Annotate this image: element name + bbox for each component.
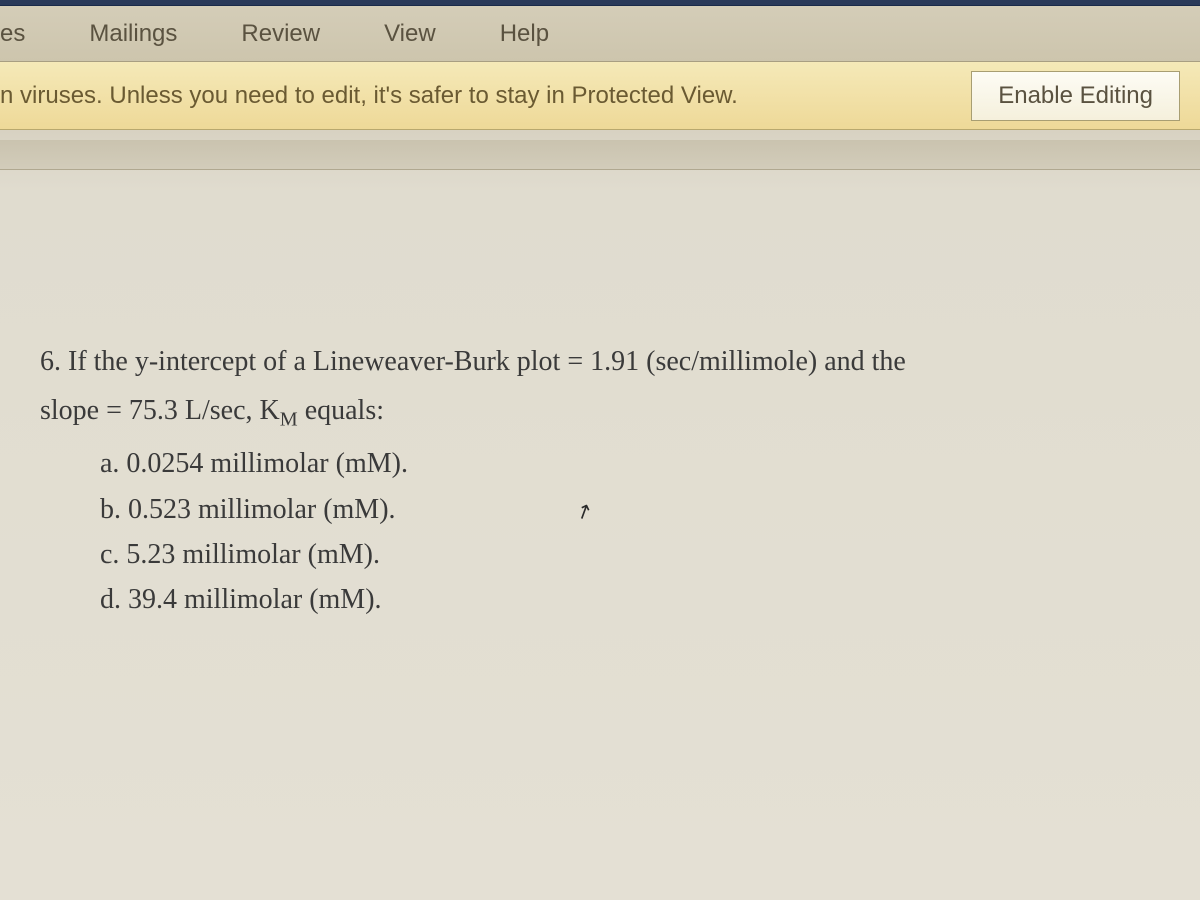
question-stem-line1: 6. If the y-intercept of a Lineweaver-Bu… (40, 340, 1160, 383)
answer-option-b: b. 0.523 millimolar (mM). (100, 488, 396, 531)
tab-help[interactable]: Help (468, 6, 581, 61)
cursor-icon: ↗ (570, 495, 598, 530)
answer-option-c: c. 5.23 millimolar (mM). (40, 533, 1160, 576)
stem-subscript: M (280, 409, 298, 431)
ruler[interactable] (0, 140, 1200, 170)
answer-option-a: a. 0.0254 millimolar (mM). (40, 442, 1160, 485)
tab-review[interactable]: Review (209, 6, 352, 61)
stem-prefix: slope = 75.3 L/sec, K (40, 395, 280, 426)
protected-view-bar: n viruses. Unless you need to edit, it's… (0, 62, 1200, 130)
stem-suffix: equals: (298, 395, 384, 426)
question-stem-line2: slope = 75.3 L/sec, KM equals: (40, 389, 1160, 436)
document-content: 6. If the y-intercept of a Lineweaver-Bu… (0, 190, 1200, 622)
answer-option-b-row: b. 0.523 millimolar (mM). ↗ (40, 488, 1160, 531)
ribbon-tab-bar: es Mailings Review View Help (0, 6, 1200, 62)
answer-option-d: d. 39.4 millimolar (mM). (40, 578, 1160, 621)
document-area: 6. If the y-intercept of a Lineweaver-Bu… (0, 130, 1200, 900)
tab-references-partial[interactable]: es (0, 6, 57, 61)
tab-view[interactable]: View (352, 6, 468, 61)
protected-view-message: n viruses. Unless you need to edit, it's… (0, 82, 971, 110)
enable-editing-button[interactable]: Enable Editing (971, 71, 1180, 121)
tab-mailings[interactable]: Mailings (57, 6, 209, 61)
